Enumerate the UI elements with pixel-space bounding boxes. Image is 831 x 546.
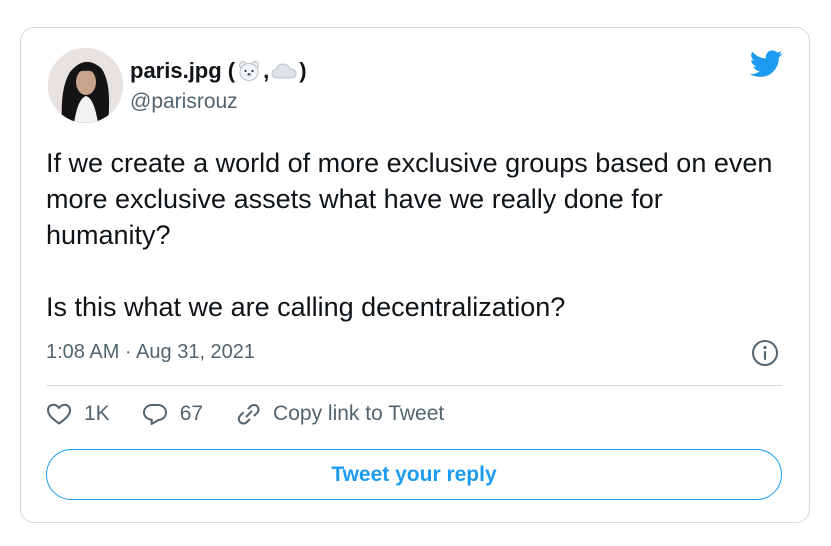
copy-link-button[interactable]: Copy link to Tweet bbox=[235, 402, 444, 426]
author-name[interactable]: paris.jpg ( , ) bbox=[130, 58, 307, 84]
author-name-separator: , bbox=[263, 58, 270, 83]
twitter-bird-icon[interactable] bbox=[750, 50, 783, 78]
tweet-timestamp[interactable]: 1:08 AM · Aug 31, 2021 bbox=[46, 341, 255, 364]
info-icon[interactable] bbox=[751, 339, 779, 367]
tweet-text: If we create a world of more exclusive g… bbox=[46, 148, 773, 322]
copy-link-label: Copy link to Tweet bbox=[273, 402, 445, 425]
like-button[interactable]: 1K bbox=[46, 402, 110, 426]
tweet-card[interactable]: paris.jpg ( , ) @parisrouz If we create … bbox=[20, 27, 810, 523]
reply-button[interactable]: 67 bbox=[142, 402, 203, 426]
like-count: 1K bbox=[84, 402, 110, 425]
tweet-your-reply-label: Tweet your reply bbox=[331, 462, 497, 486]
polar-bear-emoji-icon bbox=[239, 61, 260, 81]
tweet-actions: 1K 67 Copy link to Tweet bbox=[46, 402, 444, 426]
link-icon bbox=[237, 403, 260, 425]
reply-count: 67 bbox=[179, 402, 204, 425]
author-handle[interactable]: @parisrouz bbox=[130, 90, 238, 114]
avatar[interactable] bbox=[48, 48, 123, 123]
cloud-emoji-icon bbox=[271, 63, 297, 79]
reply-bubble-icon bbox=[142, 404, 167, 425]
tweet-your-reply-button[interactable]: Tweet your reply bbox=[46, 449, 782, 500]
avatar-image bbox=[48, 48, 123, 123]
heart-icon bbox=[47, 403, 71, 425]
author-name-prefix: paris.jpg ( bbox=[130, 58, 236, 83]
author-name-suffix: ) bbox=[299, 58, 307, 83]
divider bbox=[46, 385, 782, 386]
